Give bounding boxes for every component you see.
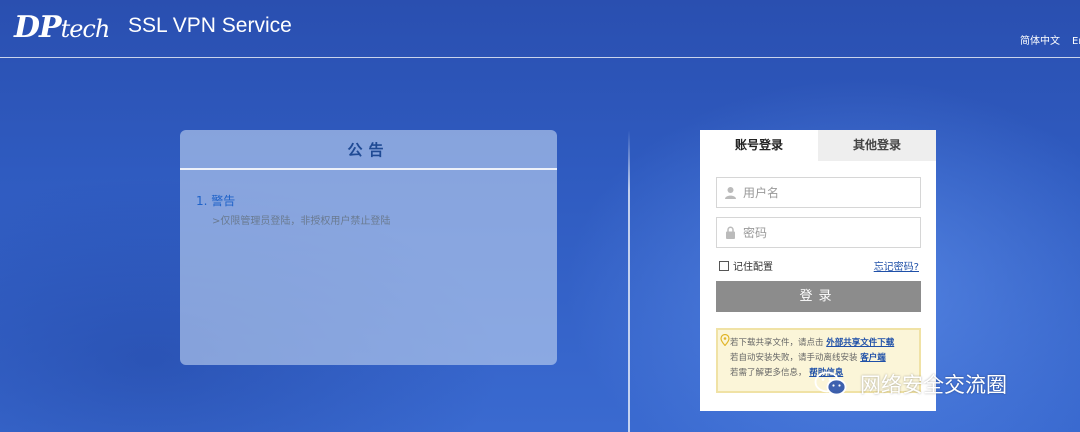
location-pin-icon bbox=[720, 334, 730, 346]
tip-line-2: 若自动安装失败，请手动离线安装 客户端 bbox=[730, 353, 886, 363]
tab-other-login[interactable]: 其他登录 bbox=[818, 130, 936, 161]
forgot-password-link[interactable]: 忘记密码? bbox=[874, 258, 919, 273]
username-field[interactable] bbox=[716, 177, 921, 208]
login-tabs: 账号登录 其他登录 bbox=[700, 130, 936, 161]
notice-title: 公告 bbox=[180, 130, 557, 170]
tab-account-login[interactable]: 账号登录 bbox=[700, 130, 818, 161]
user-icon bbox=[725, 187, 736, 199]
login-button[interactable]: 登录 bbox=[716, 281, 921, 312]
notice-panel: 公告 1. 警告 >仅限管理员登陆，非授权用户禁止登陆 bbox=[180, 130, 557, 365]
watermark-text: 网络安全交流圈 bbox=[860, 373, 1007, 397]
divider-line bbox=[628, 130, 630, 432]
remember-config[interactable]: 记住配置 bbox=[719, 258, 773, 273]
password-input[interactable] bbox=[743, 218, 917, 247]
password-field[interactable] bbox=[716, 217, 921, 248]
watermark: 网络安全交流圈 bbox=[814, 368, 1007, 400]
notice-item-title[interactable]: 1. 警告 bbox=[196, 192, 235, 209]
notice-item-text: >仅限管理员登陆，非授权用户禁止登陆 bbox=[212, 216, 391, 227]
wechat-icon bbox=[814, 371, 847, 396]
language-other[interactable]: En bbox=[1072, 35, 1080, 49]
client-download-link[interactable]: 客户端 bbox=[860, 353, 886, 363]
remember-label: 记住配置 bbox=[733, 262, 773, 273]
header: DPtech SSL VPN Service 简体中文 En bbox=[0, 0, 1080, 58]
tip-line-1: 若下载共享文件，请点击 外部共享文件下载 bbox=[730, 338, 895, 348]
remember-checkbox[interactable] bbox=[719, 260, 729, 271]
app-title: SSL VPN Service bbox=[128, 14, 292, 37]
dptech-logo: DPtech bbox=[14, 10, 110, 45]
language-current[interactable]: 简体中文 bbox=[1020, 35, 1060, 49]
username-input[interactable] bbox=[743, 178, 917, 207]
external-share-download-link[interactable]: 外部共享文件下载 bbox=[826, 338, 894, 348]
lock-icon bbox=[726, 226, 735, 239]
